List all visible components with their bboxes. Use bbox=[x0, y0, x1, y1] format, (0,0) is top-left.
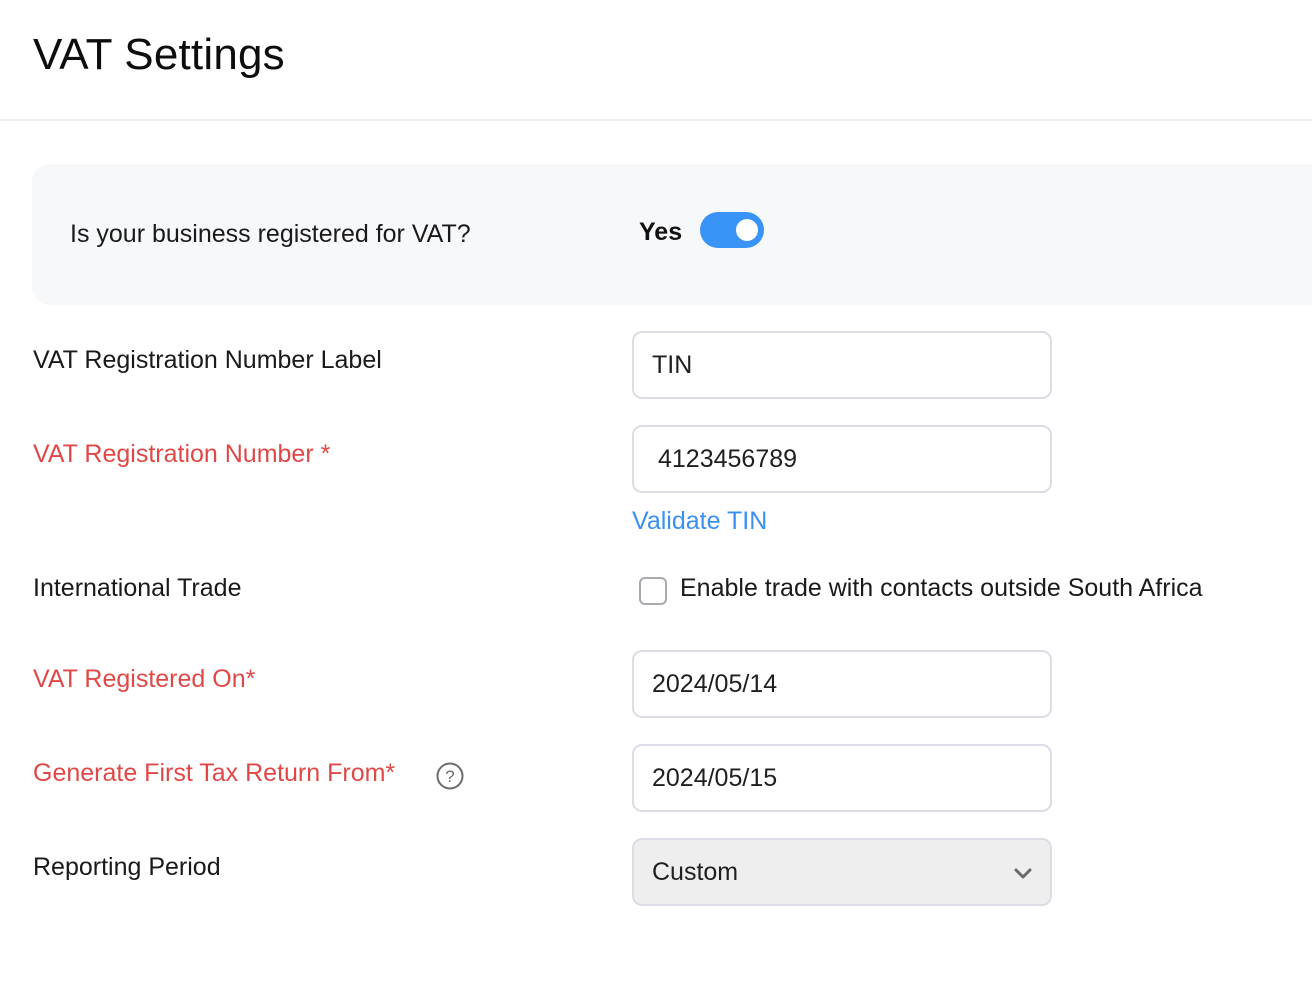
reporting-period-label: Reporting Period bbox=[33, 853, 221, 881]
reg-number-label: VAT Registration Number * bbox=[33, 440, 331, 468]
first-tax-return-label: Generate First Tax Return From* bbox=[33, 759, 396, 787]
reporting-period-select[interactable]: Custom bbox=[632, 838, 1052, 906]
vat-toggle-label: Yes bbox=[639, 218, 683, 246]
international-trade-checkbox[interactable] bbox=[639, 577, 667, 605]
registered-on-value: 2024/05/14 bbox=[652, 669, 778, 698]
international-trade-label: International Trade bbox=[33, 574, 242, 602]
reg-number-label-input[interactable]: TIN bbox=[632, 331, 1052, 399]
first-tax-return-value: 2024/05/15 bbox=[652, 763, 778, 792]
international-trade-checkbox-label[interactable]: Enable trade with contacts outside South… bbox=[680, 574, 1203, 603]
question-circle-icon[interactable]: ? bbox=[436, 762, 464, 790]
toggle-knob bbox=[736, 219, 758, 241]
validate-tin-link[interactable]: Validate TIN bbox=[632, 507, 767, 536]
registered-on-date-input[interactable]: 2024/05/14 bbox=[632, 650, 1052, 718]
vat-registration-panel: Is your business registered for VAT? Yes bbox=[32, 164, 1312, 305]
reg-number-input[interactable]: 4123456789 bbox=[632, 425, 1052, 493]
chevron-down-icon bbox=[1012, 862, 1034, 884]
first-tax-return-date-input[interactable]: 2024/05/15 bbox=[632, 744, 1052, 812]
reg-number-value: 4123456789 bbox=[658, 444, 798, 473]
registered-on-label: VAT Registered On* bbox=[33, 665, 256, 693]
reg-number-label-label: VAT Registration Number Label bbox=[33, 346, 382, 374]
svg-text:?: ? bbox=[445, 767, 454, 786]
page-title: VAT Settings bbox=[33, 30, 285, 79]
vat-registered-toggle[interactable] bbox=[700, 212, 764, 248]
page-header: VAT Settings bbox=[0, 0, 1312, 121]
reporting-period-value: Custom bbox=[652, 857, 739, 886]
vat-registered-question: Is your business registered for VAT? bbox=[70, 220, 471, 248]
reg-number-label-value: TIN bbox=[652, 350, 693, 379]
